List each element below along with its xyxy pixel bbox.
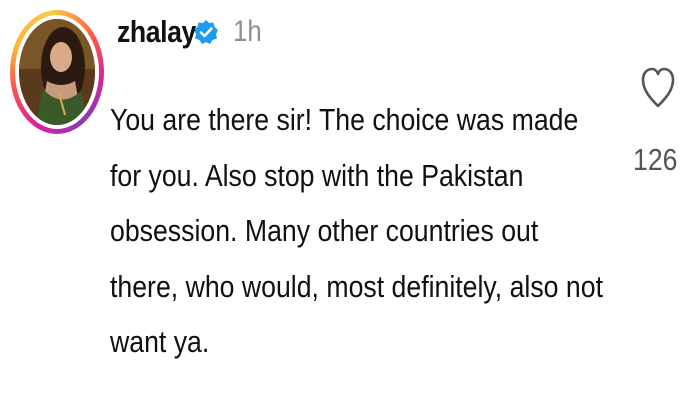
avatar-photo [19, 19, 95, 125]
like-count: 126 [633, 142, 678, 177]
comment-line: You are there sir! The choice was made [110, 102, 579, 137]
avatar[interactable] [10, 10, 104, 134]
comment-line: for you. Also stop with the Pakistan [110, 157, 524, 193]
comment-line: obsession. Many other countries out [110, 213, 539, 248]
comment-line: there, who would, most definitely, also … [110, 268, 603, 304]
heart-outline-icon[interactable] [640, 66, 676, 110]
comment: zhalay 1h You are there sir! The choice … [0, 0, 700, 400]
comment-line: want ya. [110, 324, 210, 359]
username[interactable]: zhalay [117, 14, 196, 50]
timestamp: 1h [233, 15, 262, 48]
comment-text: You are there sir! The choice was made f… [110, 92, 603, 370]
comment-header: zhalay 1h [117, 8, 266, 56]
verified-badge-icon [193, 19, 219, 45]
